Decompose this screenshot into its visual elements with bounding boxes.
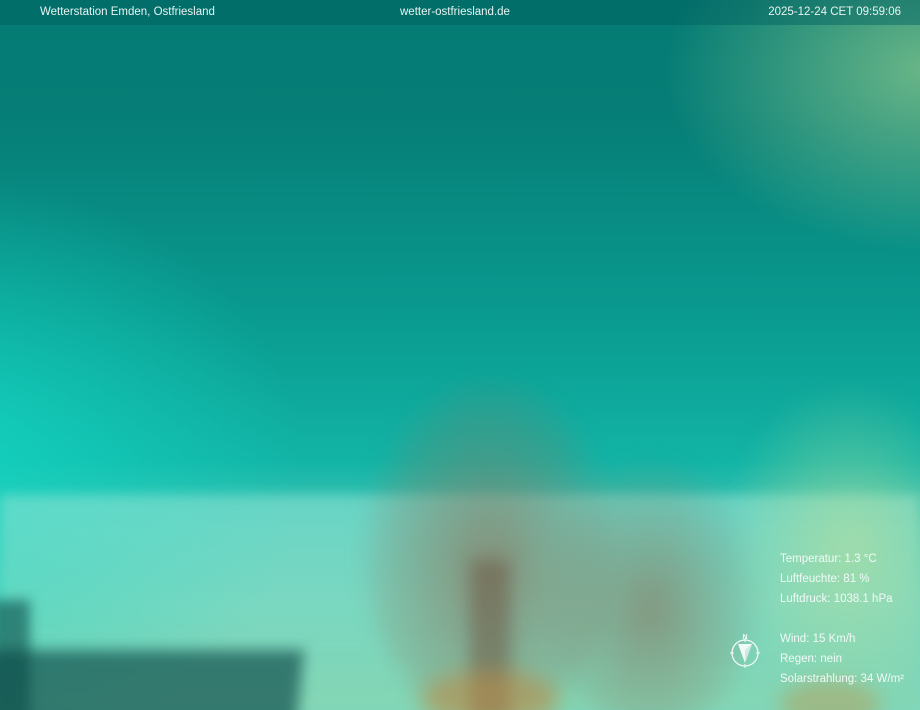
temperature-reading: Temperatur: 1.3 °C: [780, 553, 877, 565]
solar-reading: Solarstrahlung: 34 W/m²: [780, 673, 904, 685]
compass-icon: N: [728, 633, 762, 669]
pressure-reading: Luftdruck: 1038.1 hPa: [780, 593, 893, 605]
webcam-image: Wetterstation Emden, Ostfriesland wetter…: [0, 0, 920, 710]
info-bar: Wetterstation Emden, Ostfriesland wetter…: [0, 0, 920, 25]
humidity-reading: Luftfeuchte: 81 %: [780, 573, 870, 585]
website-label: wetter-ostfriesland.de: [400, 6, 510, 18]
building-edge: [0, 600, 30, 710]
station-title: Wetterstation Emden, Ostfriesland: [40, 6, 215, 18]
wind-reading: Wind: 15 Km/h: [780, 633, 856, 645]
weather-readings: Temperatur: 1.3 °C Luftfeuchte: 81 % Luf…: [780, 549, 904, 689]
readings-spacer: [780, 609, 904, 629]
timestamp: 2025-12-24 CET 09:59:06: [768, 6, 901, 18]
rooftop-silhouette: [0, 650, 305, 710]
rain-reading: Regen: nein: [780, 653, 843, 665]
